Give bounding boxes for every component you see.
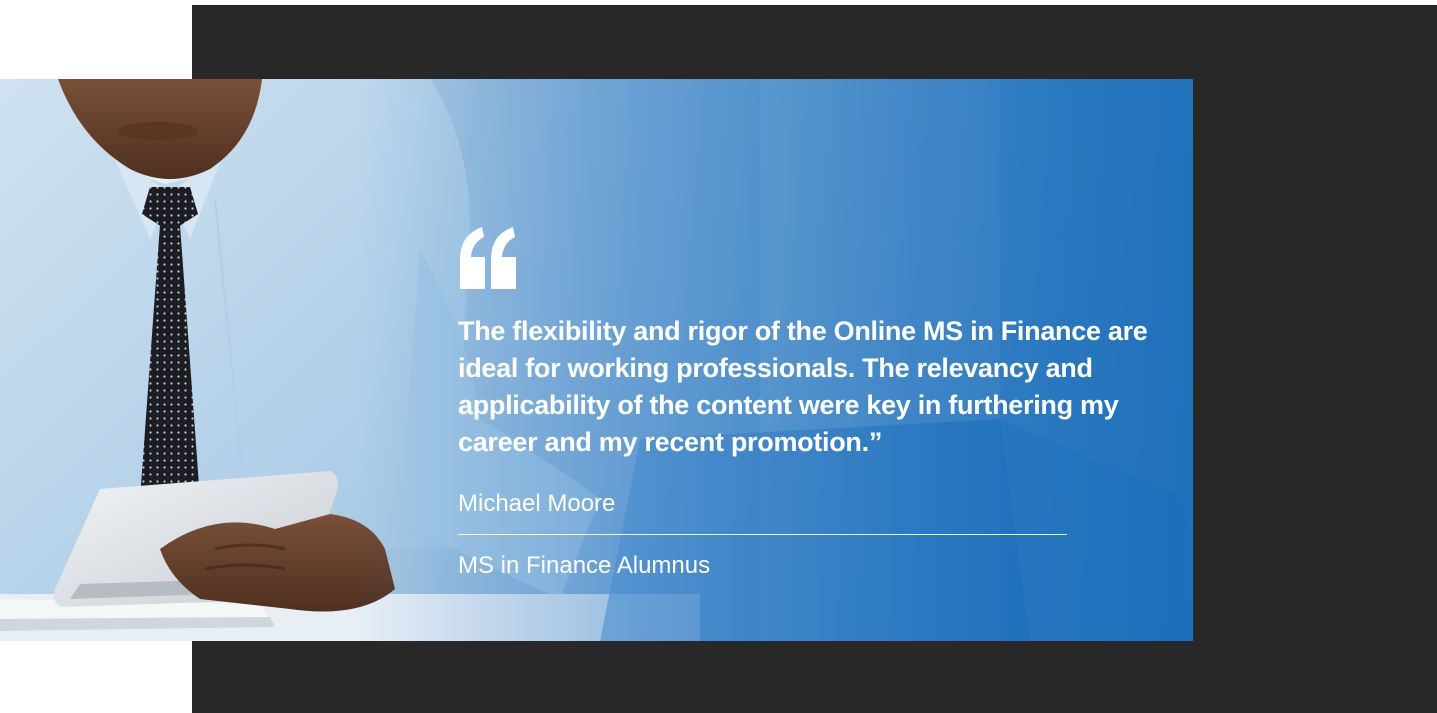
- testimonial-content: The flexibility and rigor of the Online …: [458, 227, 1158, 580]
- testimonial-quote: The flexibility and rigor of the Online …: [458, 316, 1148, 457]
- divider: [458, 534, 1067, 535]
- testimonial-author: Michael Moore: [458, 490, 616, 517]
- quote-open-icon: [460, 227, 516, 289]
- testimonial-role: MS in Finance Alumnus: [458, 552, 711, 579]
- page: The flexibility and rigor of the Online …: [0, 0, 1437, 713]
- testimonial-banner: The flexibility and rigor of the Online …: [0, 79, 1193, 641]
